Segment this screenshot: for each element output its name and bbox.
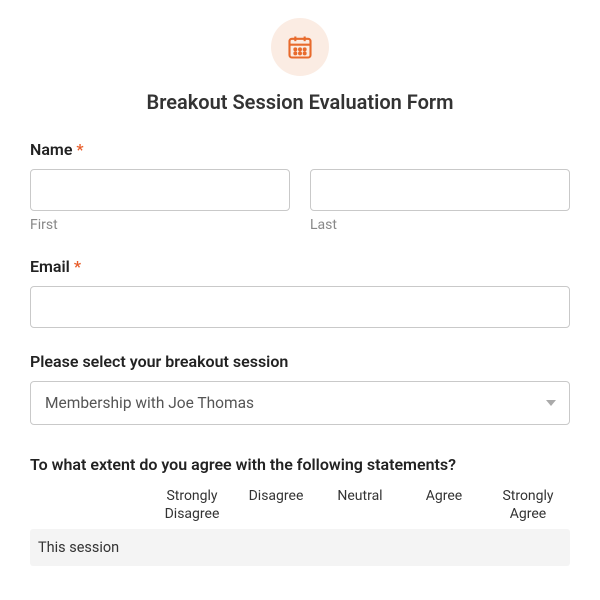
first-name-input[interactable] <box>30 169 290 211</box>
matrix-col-header: Agree <box>402 488 486 523</box>
last-sublabel: Last <box>310 217 570 233</box>
first-sublabel: First <box>30 217 290 233</box>
session-label: Please select your breakout session <box>30 352 570 371</box>
calendar-icon <box>271 18 329 76</box>
matrix-col-header: Strongly Agree <box>486 488 570 523</box>
name-label: Name * <box>30 140 570 159</box>
email-label: Email * <box>30 257 570 276</box>
email-input[interactable] <box>30 286 570 328</box>
matrix-row: This session <box>30 529 570 566</box>
last-name-input[interactable] <box>310 169 570 211</box>
matrix-col-header: Strongly Disagree <box>150 488 234 523</box>
matrix-col-header: Neutral <box>318 488 402 523</box>
session-select[interactable]: Membership with Joe Thomas <box>30 381 570 425</box>
matrix-label: To what extent do you agree with the fol… <box>30 455 570 474</box>
matrix-row-label: This session <box>38 539 158 556</box>
chevron-down-icon <box>546 400 556 406</box>
page-title: Breakout Session Evaluation Form <box>30 90 570 114</box>
matrix-col-header: Disagree <box>234 488 318 523</box>
matrix-header: Strongly Disagree Disagree Neutral Agree… <box>30 488 570 523</box>
